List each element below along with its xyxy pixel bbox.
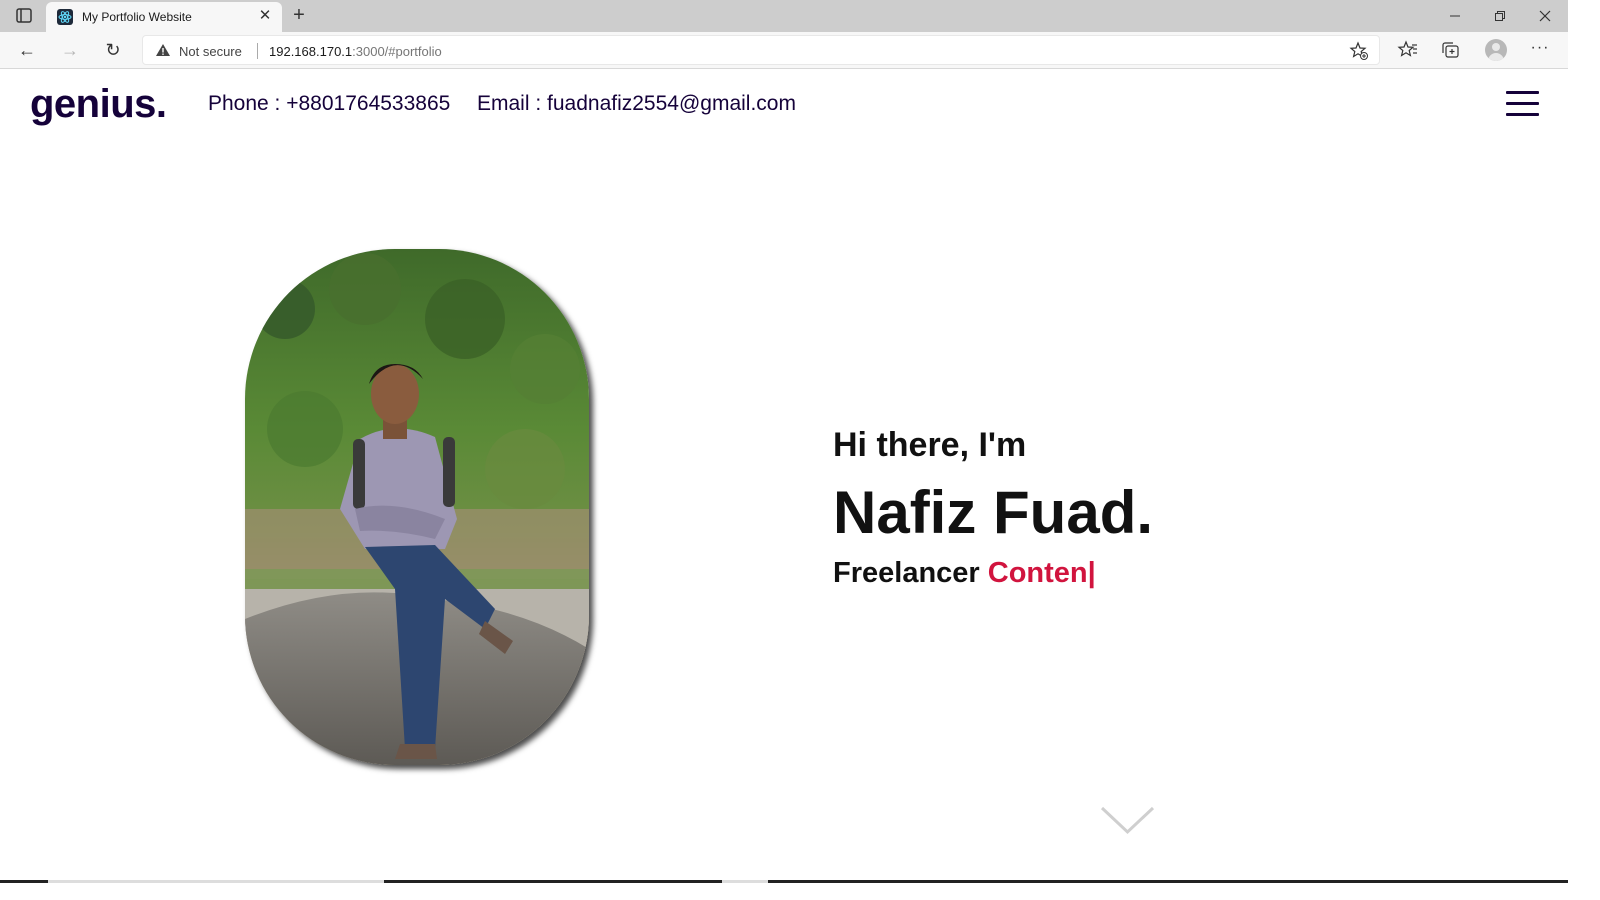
- url-host: 192.168.170.1: [269, 44, 353, 59]
- favicon-icon: [57, 9, 73, 25]
- profile-icon[interactable]: [1485, 39, 1507, 61]
- chevron-down-icon[interactable]: [1100, 804, 1155, 836]
- hero-role: Freelancer Conten|: [833, 557, 1096, 590]
- site-logo[interactable]: genius.: [30, 82, 167, 127]
- url-path: :3000/#portfolio: [352, 44, 442, 59]
- profile-photo: [245, 249, 589, 765]
- status-area: [0, 883, 1568, 900]
- url-text[interactable]: 192.168.170.1:3000/#portfolio: [269, 44, 442, 59]
- browser-toolbar: ← → ↻ Not secure 192.168.170.1:3000/#por…: [0, 32, 1568, 69]
- hero-greeting: Hi there, I'm: [833, 426, 1027, 464]
- browser-window: My Portfolio Website ✕ + ← → ↻ Not secur…: [0, 0, 1568, 900]
- scrollbar[interactable]: [1568, 0, 1600, 900]
- role-prefix: Freelancer: [833, 557, 980, 589]
- tab-close-icon[interactable]: ✕: [256, 7, 274, 25]
- favorites-icon[interactable]: [1396, 38, 1420, 62]
- tab-title: My Portfolio Website: [82, 10, 192, 24]
- back-button[interactable]: ←: [14, 38, 40, 62]
- browser-tab[interactable]: My Portfolio Website ✕: [46, 2, 282, 32]
- collections-icon[interactable]: [1439, 38, 1463, 62]
- reload-button[interactable]: ↻: [100, 38, 126, 62]
- portfolio-page: genius. Phone : +8801764533865 Email : f…: [0, 70, 1568, 880]
- add-favorite-icon[interactable]: [1349, 41, 1369, 61]
- address-separator: [257, 43, 258, 59]
- email-info[interactable]: Email : fuadnafiz2554@gmail.com: [477, 92, 796, 116]
- role-typed-text: Conten|: [987, 557, 1096, 589]
- warning-icon[interactable]: [155, 43, 171, 57]
- tab-strip: My Portfolio Website ✕ +: [0, 0, 1568, 32]
- minimize-button[interactable]: [1444, 5, 1466, 27]
- new-tab-button[interactable]: +: [288, 5, 310, 27]
- close-window-button[interactable]: [1534, 5, 1556, 27]
- restore-button[interactable]: [1489, 5, 1511, 27]
- address-bar[interactable]: Not secure 192.168.170.1:3000/#portfolio: [142, 35, 1380, 65]
- more-icon[interactable]: ···: [1527, 38, 1553, 62]
- tab-actions-icon[interactable]: [10, 6, 38, 26]
- hero-name: Nafiz Fuad.: [833, 479, 1154, 546]
- security-label[interactable]: Not secure: [179, 44, 242, 59]
- phone-info: Phone : +8801764533865: [208, 92, 451, 115]
- hamburger-menu-icon[interactable]: [1506, 91, 1539, 116]
- forward-button[interactable]: →: [57, 38, 83, 62]
